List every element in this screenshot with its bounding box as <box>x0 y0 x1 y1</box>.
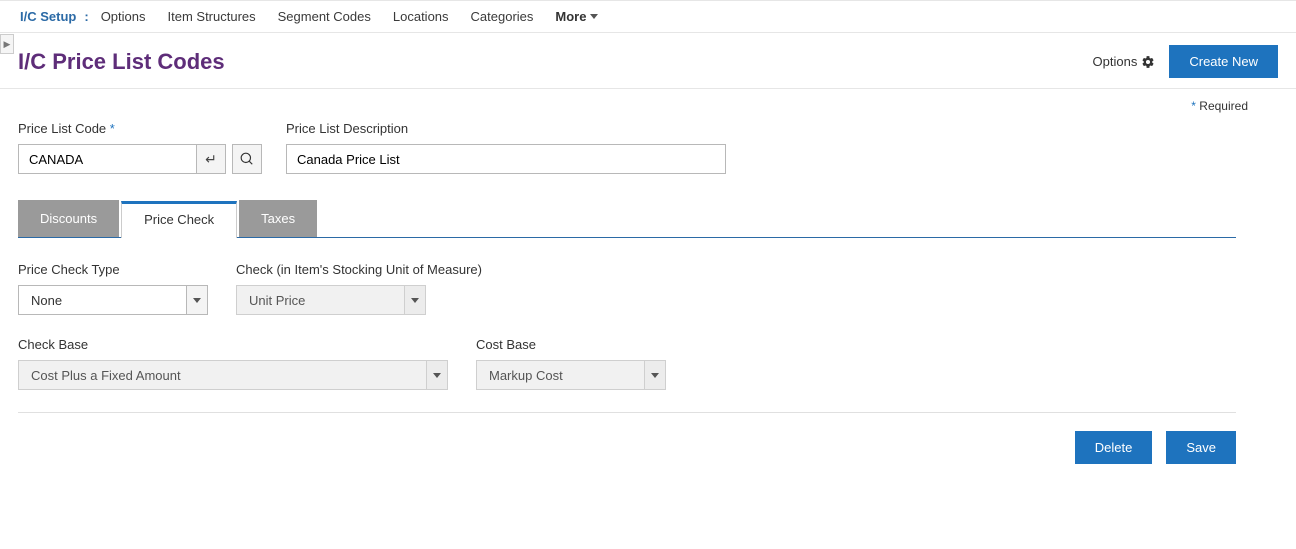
nav-item-structures[interactable]: Item Structures <box>168 9 256 24</box>
check-uom-label: Check (in Item's Stocking Unit of Measur… <box>236 262 482 277</box>
price-list-code-label-text: Price List Code <box>18 121 106 136</box>
tab-bar: Discounts Price Check Taxes <box>18 200 1236 238</box>
price-check-type-select[interactable]: None <box>18 285 208 315</box>
breadcrumb-separator: : <box>84 9 88 24</box>
chevron-down-icon <box>433 373 441 378</box>
page-options-label: Options <box>1093 54 1138 69</box>
cost-base-label: Cost Base <box>476 337 666 352</box>
sidebar-expand-handle[interactable]: ▶ <box>0 34 14 54</box>
price-list-desc-input[interactable] <box>286 144 726 174</box>
code-enter-button[interactable]: ↵ <box>196 144 226 174</box>
nav-options[interactable]: Options <box>101 9 146 24</box>
delete-button[interactable]: Delete <box>1075 431 1153 464</box>
price-list-code-input[interactable] <box>18 144 196 174</box>
nav-more[interactable]: More <box>555 9 598 24</box>
cost-base-value: Markup Cost <box>476 360 644 390</box>
create-new-button[interactable]: Create New <box>1169 45 1278 78</box>
search-icon <box>240 152 254 166</box>
chevron-down-icon <box>193 298 201 303</box>
price-check-panel: Price Check Type None Check (in Item's S… <box>18 238 1278 464</box>
required-note: * Required <box>0 89 1296 113</box>
nav-locations[interactable]: Locations <box>393 9 449 24</box>
tab-discounts[interactable]: Discounts <box>18 200 119 237</box>
tab-taxes[interactable]: Taxes <box>239 200 317 237</box>
page-header: I/C Price List Codes Options Create New <box>0 33 1296 89</box>
check-base-value: Cost Plus a Fixed Amount <box>18 360 426 390</box>
save-button[interactable]: Save <box>1166 431 1236 464</box>
top-nav: I/C Setup : Options Item Structures Segm… <box>0 0 1296 33</box>
breadcrumb-root[interactable]: I/C Setup <box>20 9 76 24</box>
check-base-select: Cost Plus a Fixed Amount <box>18 360 448 390</box>
code-lookup-button[interactable] <box>232 144 262 174</box>
tab-price-check[interactable]: Price Check <box>121 201 237 238</box>
chevron-down-icon <box>590 14 598 19</box>
check-base-label: Check Base <box>18 337 448 352</box>
nav-categories[interactable]: Categories <box>471 9 534 24</box>
page-title: I/C Price List Codes <box>18 49 225 75</box>
nav-more-label: More <box>555 9 586 24</box>
cost-base-select: Markup Cost <box>476 360 666 390</box>
check-uom-value: Unit Price <box>236 285 404 315</box>
price-check-type-value: None <box>18 285 186 315</box>
enter-arrow-icon: ↵ <box>205 151 217 168</box>
gear-icon <box>1141 55 1155 69</box>
chevron-down-icon <box>411 298 419 303</box>
divider <box>18 412 1236 413</box>
price-list-desc-label: Price List Description <box>286 121 726 136</box>
chevron-down-icon <box>651 373 659 378</box>
page-options-link[interactable]: Options <box>1093 54 1156 69</box>
check-uom-select: Unit Price <box>236 285 482 315</box>
price-list-code-label: Price List Code * <box>18 121 262 136</box>
required-label: Required <box>1199 99 1248 113</box>
nav-segment-codes[interactable]: Segment Codes <box>278 9 371 24</box>
price-check-type-label: Price Check Type <box>18 262 208 277</box>
